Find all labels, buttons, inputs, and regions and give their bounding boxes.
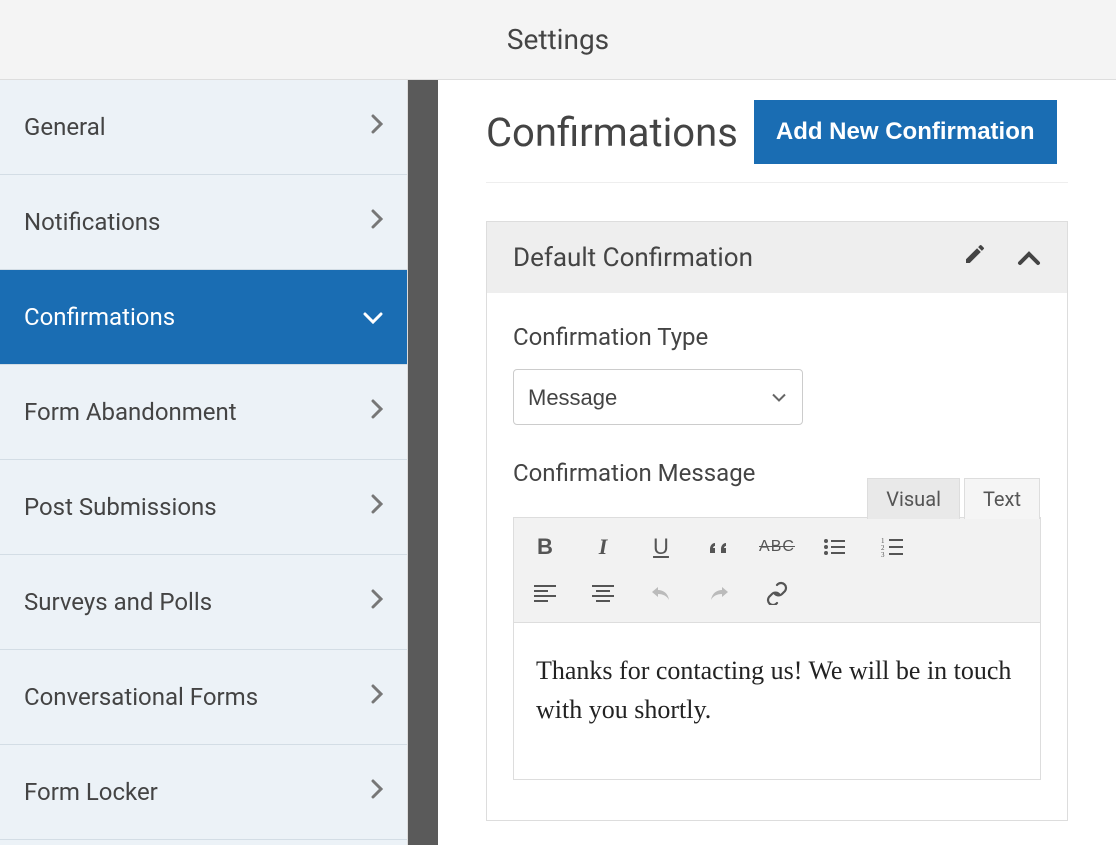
redo-button[interactable] [702, 576, 736, 610]
panel-title: Default Confirmation [513, 243, 753, 273]
sidebar-item-label: Post Submissions [24, 493, 217, 521]
link-button[interactable] [760, 576, 794, 610]
divider-gap [408, 80, 438, 845]
rich-text-editor: Visual Text B I U ABC [513, 517, 1041, 780]
sidebar-item-label: Conversational Forms [24, 683, 258, 711]
tab-visual[interactable]: Visual [867, 478, 960, 519]
confirmation-type-select-wrap: Message [513, 369, 803, 425]
chevron-right-icon [371, 209, 383, 235]
edit-icon[interactable] [963, 242, 987, 273]
underline-button[interactable]: U [644, 530, 678, 564]
align-left-button[interactable] [528, 576, 562, 610]
sidebar-item-post-submissions[interactable]: Post Submissions [0, 460, 407, 555]
strikethrough-button[interactable]: ABC [760, 530, 794, 564]
main-content: Confirmations Add New Confirmation Defau… [438, 80, 1116, 845]
sidebar-item-label: Surveys and Polls [24, 588, 212, 616]
sidebar-item-label: Confirmations [24, 303, 175, 331]
page-header: Confirmations Add New Confirmation [486, 100, 1068, 183]
confirmation-panel: Default Confirmation Confirmation Type M… [486, 221, 1068, 821]
svg-text:3: 3 [881, 551, 885, 557]
sidebar-item-notifications[interactable]: Notifications [0, 175, 407, 270]
page-title: Confirmations [486, 109, 738, 156]
sidebar-item-label: General [24, 113, 106, 141]
chevron-right-icon [371, 589, 383, 615]
bold-button[interactable]: B [528, 530, 562, 564]
chevron-right-icon [371, 494, 383, 520]
blockquote-button[interactable] [702, 530, 736, 564]
undo-button[interactable] [644, 576, 678, 610]
sidebar-item-label: Notifications [24, 208, 160, 236]
page-header-title: Settings [507, 23, 609, 56]
editor-toolbar: B I U ABC 123 [514, 518, 1040, 623]
italic-button[interactable]: I [586, 530, 620, 564]
collapse-icon[interactable] [1017, 243, 1041, 273]
tab-text[interactable]: Text [964, 478, 1040, 519]
sidebar-item-conversational-forms[interactable]: Conversational Forms [0, 650, 407, 745]
sidebar-item-surveys-polls[interactable]: Surveys and Polls [0, 555, 407, 650]
sidebar-item-confirmations[interactable]: Confirmations [0, 270, 407, 365]
chevron-right-icon [371, 779, 383, 805]
align-center-button[interactable] [586, 576, 620, 610]
confirmation-type-label: Confirmation Type [513, 323, 1041, 351]
panel-header: Default Confirmation [487, 222, 1067, 293]
chevron-right-icon [371, 399, 383, 425]
bullet-list-button[interactable] [818, 530, 852, 564]
editor-tabs: Visual Text [867, 478, 1040, 519]
settings-sidebar: General Notifications Confirmations Form… [0, 80, 408, 845]
chevron-right-icon [371, 684, 383, 710]
confirmation-type-select[interactable]: Message [513, 369, 803, 425]
editor-content[interactable]: Thanks for contacting us! We will be in … [514, 623, 1040, 779]
chevron-down-icon [363, 305, 383, 330]
sidebar-item-form-locker[interactable]: Form Locker [0, 745, 407, 840]
chevron-right-icon [371, 114, 383, 140]
sidebar-item-general[interactable]: General [0, 80, 407, 175]
numbered-list-button[interactable]: 123 [876, 530, 910, 564]
sidebar-item-form-abandonment[interactable]: Form Abandonment [0, 365, 407, 460]
panel-body: Confirmation Type Message Confirmation M… [487, 293, 1067, 820]
sidebar-item-label: Form Abandonment [24, 398, 237, 426]
top-bar: Settings [0, 0, 1116, 80]
sidebar-item-label: Form Locker [24, 778, 158, 806]
add-new-confirmation-button[interactable]: Add New Confirmation [754, 100, 1057, 164]
